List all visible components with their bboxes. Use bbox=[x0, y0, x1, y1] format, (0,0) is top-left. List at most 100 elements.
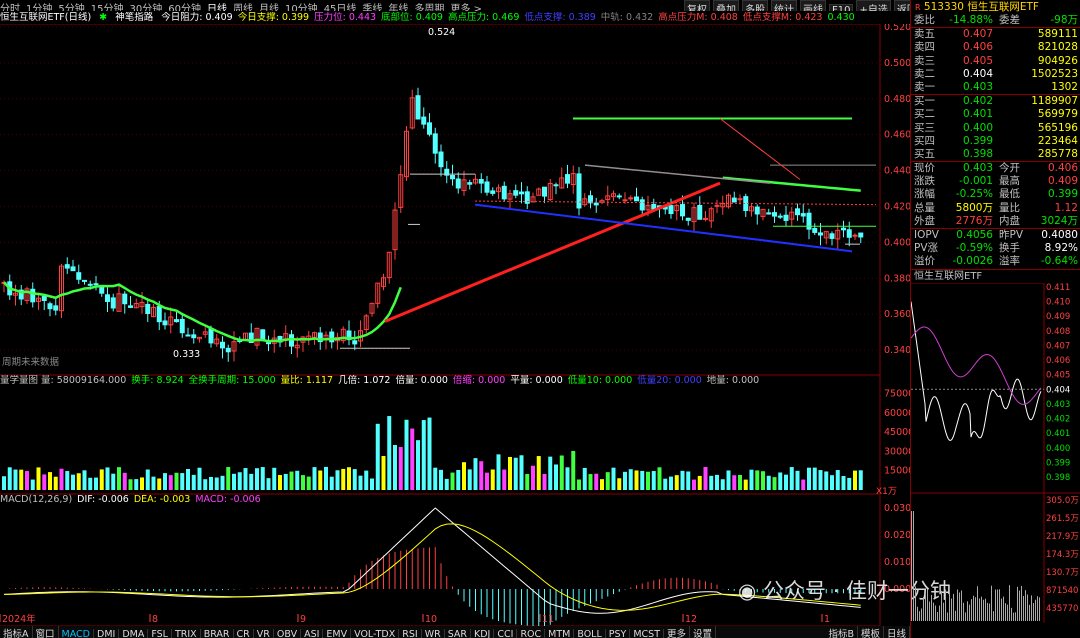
ask-level[interactable]: 卖四 0.406 821028 bbox=[911, 41, 1080, 54]
toolbar-button-3[interactable]: 统计 bbox=[771, 0, 797, 11]
bottom-right-tab[interactable]: 指标B bbox=[825, 626, 858, 638]
indicator-tab[interactable]: BRAR bbox=[201, 629, 234, 638]
indicator-tab[interactable]: RSI bbox=[399, 629, 422, 638]
bottom-right-tab[interactable]: 模板 bbox=[858, 626, 884, 638]
volume-bar bbox=[76, 473, 81, 490]
bottom-right-tab[interactable]: 日线 bbox=[884, 626, 910, 638]
toolbar-button-0[interactable]: 复权 bbox=[684, 0, 710, 11]
indicator-tab[interactable]: DMA bbox=[119, 629, 149, 638]
bid-level[interactable]: 买四 0.399 223464 bbox=[911, 135, 1080, 148]
indicator-tab[interactable]: WR bbox=[422, 629, 445, 638]
period-tab-14[interactable]: 更多 > bbox=[450, 4, 482, 11]
indicator-tab[interactable]: BOLL bbox=[574, 629, 606, 638]
period-tab-5[interactable]: 60分钟 bbox=[168, 4, 201, 11]
low-annotation: 0.333 bbox=[173, 349, 201, 360]
toolbar-button-7[interactable]: 返回 bbox=[893, 0, 910, 11]
indicator-tab[interactable]: MTM bbox=[545, 629, 575, 638]
bid-level[interactable]: 买五 0.398 285778 bbox=[911, 148, 1080, 161]
period-tab-0[interactable]: 分时 bbox=[0, 4, 20, 11]
indicator-tab[interactable]: 设置 bbox=[690, 626, 717, 638]
volume-legend-item: 低量20: 0.000 bbox=[637, 375, 702, 386]
volume-bar bbox=[623, 471, 627, 490]
right-toolbar: 复权叠加多股统计画线F10+自选返回 bbox=[684, 0, 910, 11]
volume-axis-label: 45000 bbox=[884, 427, 910, 438]
indicator-name[interactable]: 神笔指路 bbox=[115, 12, 153, 23]
level-label: 买三 bbox=[914, 121, 935, 134]
indicator-tab[interactable]: ASI bbox=[301, 629, 324, 638]
main-legend-item: 底部位: 0.409 bbox=[381, 12, 443, 23]
mini-volume-bar bbox=[911, 510, 912, 621]
indicator-tab[interactable]: 更多 bbox=[664, 626, 691, 638]
period-tab-12[interactable]: 年线 bbox=[388, 4, 408, 11]
candle-body bbox=[565, 174, 570, 184]
stat-label: 涨跌 bbox=[914, 175, 935, 188]
period-tab-6[interactable]: 日线 bbox=[207, 4, 227, 11]
indicator-tab[interactable]: VR bbox=[254, 629, 274, 638]
indicator-tab[interactable]: FSL bbox=[148, 629, 172, 638]
period-tab-9[interactable]: 10分钟 bbox=[285, 4, 318, 11]
indicator-tab[interactable]: ROC bbox=[517, 629, 546, 638]
candle-body bbox=[616, 195, 622, 198]
mini-volume-bar bbox=[965, 611, 966, 621]
indicator-tab[interactable]: MACD bbox=[59, 629, 94, 638]
period-tab-8[interactable]: 月线 bbox=[259, 4, 279, 11]
ask-level[interactable]: 卖五 0.407 589111 bbox=[911, 28, 1080, 41]
toolbar-button-2[interactable]: 多股 bbox=[742, 0, 768, 11]
volume-bar bbox=[163, 473, 167, 490]
period-tab-3[interactable]: 15分钟 bbox=[91, 4, 124, 11]
intraday-mini-chart[interactable]: 0.411 0.410 0.409 0.408 0.407 0.406 0.405 0.404… bbox=[910, 282, 1080, 623]
period-tab-13[interactable]: 多周期 bbox=[414, 4, 444, 11]
indicator-tab[interactable]: MCST bbox=[630, 629, 665, 638]
indicator-tab[interactable]: CR bbox=[234, 629, 254, 638]
toolbar-button-5[interactable]: F10 bbox=[829, 4, 854, 11]
period-tab-10[interactable]: 45日线 bbox=[324, 4, 357, 11]
macd-legend-item: MACD: -0.006 bbox=[195, 494, 261, 505]
toolbar-button-6[interactable]: +自选 bbox=[856, 0, 891, 11]
indicator-tab[interactable]: 窗口 bbox=[33, 626, 59, 638]
toolbar-button-4[interactable]: 画线 bbox=[800, 0, 826, 11]
ask-level[interactable]: 卖二 0.404 1502523 bbox=[911, 68, 1080, 81]
stat-label: 溢价 bbox=[914, 255, 935, 268]
volume-bar bbox=[784, 474, 788, 490]
indicator-tab[interactable]: SAR bbox=[445, 629, 471, 638]
indicator-tab[interactable]: VOL-TDX bbox=[351, 629, 400, 638]
indicator-tab[interactable]: CCI bbox=[494, 629, 518, 638]
period-tab-2[interactable]: 5分钟 bbox=[58, 4, 84, 11]
mini-volume-bar bbox=[1033, 602, 1034, 621]
stat-row: 总量 5800万 量比 1.12 bbox=[911, 202, 1080, 215]
period-tab-4[interactable]: 30分钟 bbox=[129, 4, 162, 11]
bid-level[interactable]: 买二 0.401 569979 bbox=[911, 108, 1080, 121]
indicator-tab[interactable]: EMV bbox=[323, 629, 352, 638]
kline-chart[interactable]: 0.520 0.500 0.480 0.460 0.440 0.420 0.400 0.380… bbox=[0, 24, 910, 626]
indicator-tab[interactable]: PSY bbox=[606, 629, 631, 638]
volume-legend-item: 几倍: 1.072 bbox=[338, 375, 391, 386]
candle-body bbox=[208, 328, 214, 344]
volume-bar bbox=[858, 470, 863, 490]
period-tab-1[interactable]: 1分钟 bbox=[26, 4, 52, 11]
level-volume: 565196 bbox=[1037, 121, 1078, 134]
indicator-tab[interactable]: 指标A bbox=[0, 626, 33, 638]
volume-bar bbox=[174, 472, 179, 490]
indicator-settings-icon[interactable]: ✱ bbox=[99, 12, 107, 23]
volume-bar bbox=[278, 475, 282, 490]
ask-level[interactable]: 卖三 0.405 904926 bbox=[911, 55, 1080, 68]
volume-bar bbox=[853, 470, 857, 490]
indicator-tab[interactable]: OBV bbox=[274, 629, 302, 638]
volume-bar bbox=[186, 468, 190, 490]
toolbar-button-1[interactable]: 叠加 bbox=[713, 0, 739, 11]
period-tab-7[interactable]: 周线 bbox=[233, 4, 253, 11]
bid-level[interactable]: 买一 0.402 1189907 bbox=[911, 95, 1080, 108]
price-axis-label: 0.340 bbox=[884, 345, 910, 356]
bid-level[interactable]: 买三 0.400 565196 bbox=[911, 122, 1080, 135]
indicator-tab[interactable]: DMI bbox=[94, 629, 120, 638]
volume-bar bbox=[715, 474, 719, 490]
ask-level[interactable]: 卖一 0.403 1302 bbox=[911, 81, 1080, 94]
mini-volume-bar bbox=[945, 589, 946, 621]
period-tab-11[interactable]: 季线 bbox=[362, 4, 382, 11]
indicator-tab[interactable]: KDJ bbox=[471, 629, 495, 638]
stat-row: 涨跌 -0.001 最高 0.409 bbox=[911, 175, 1080, 188]
volume-bar bbox=[456, 469, 461, 490]
main-legend-item: 0.430 bbox=[827, 12, 855, 23]
indicator-tab[interactable]: TRIX bbox=[172, 629, 201, 638]
volume-legend-item: 倍量: 0.000 bbox=[395, 375, 448, 386]
